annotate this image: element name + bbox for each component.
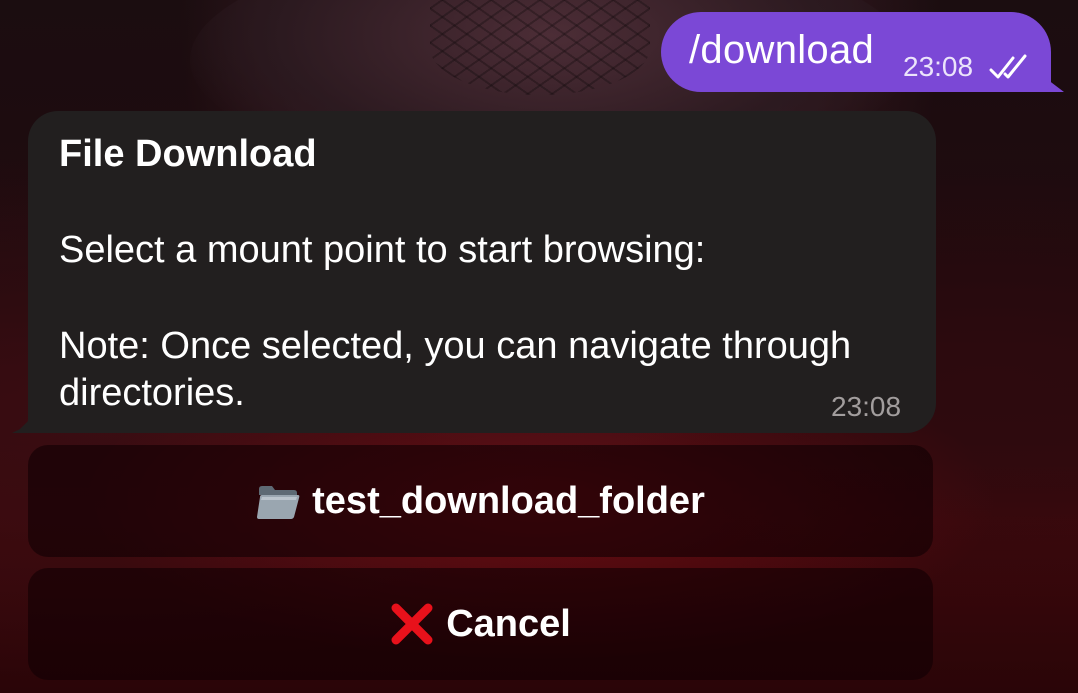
incoming-message-time: 23:08 <box>831 391 902 422</box>
folder-icon <box>257 486 300 519</box>
message-note-continued: directories. <box>59 372 245 414</box>
cross-mark-icon <box>391 603 433 645</box>
wallpaper-lace <box>430 0 650 95</box>
outgoing-message-bubble[interactable]: /download 23:08 <box>661 12 1051 92</box>
folder-button-label: test_download_folder <box>312 479 705 522</box>
outgoing-message-text: /download <box>689 28 875 72</box>
double-check-icon <box>989 54 1027 79</box>
folder-button[interactable]: test_download_folder <box>28 445 933 557</box>
message-note: Note: Once selected, you can navigate th… <box>59 325 852 367</box>
incoming-message-bubble[interactable]: File Download Select a mount point to st… <box>28 111 936 433</box>
outgoing-message-time: 23:08 <box>903 51 974 82</box>
message-title: File Download <box>59 133 317 175</box>
cancel-button-label: Cancel <box>446 602 571 645</box>
message-instruction: Select a mount point to start browsing: <box>59 229 706 271</box>
cancel-button[interactable]: Cancel <box>28 568 933 680</box>
